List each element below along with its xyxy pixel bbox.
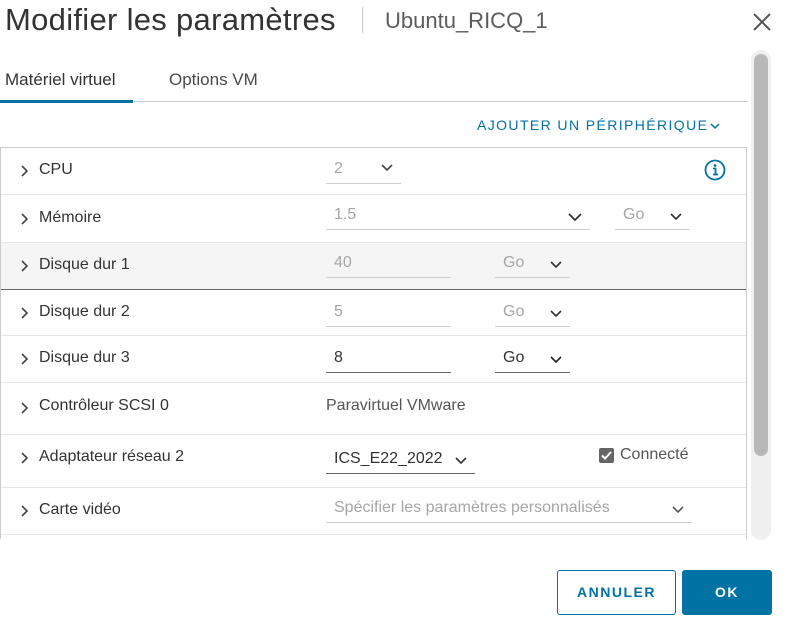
connected-checkbox[interactable] [599,448,614,463]
disk-1-unit: Go [503,254,525,271]
disk-1-value: 40 [334,254,352,271]
chevron-right-icon[interactable] [18,165,30,177]
chevron-right-icon[interactable] [18,260,30,272]
chevron-down-icon [550,310,562,318]
memory-unit: Go [623,206,645,223]
hardware-table: CPU 2 Mémoire 1.5 Go Disque dur 1 40 Go [0,147,747,539]
video-card-label: Carte vidéo [39,501,121,518]
chevron-right-icon[interactable] [18,452,30,464]
memory-value: 1.5 [334,206,357,223]
memory-input[interactable]: 1.5 [326,204,590,230]
dialog-title: Modifier les paramètres [5,2,336,37]
vm-name: Ubuntu_RICQ_1 [385,8,548,33]
chevron-right-icon[interactable] [18,402,30,414]
add-device-label: AJOUTER UN PÉRIPHÉRIQUE [477,117,709,133]
row-memory: Mémoire 1.5 Go [1,195,746,243]
ok-button[interactable]: OK [682,570,772,615]
disk-3-unit: Go [503,349,525,366]
disk-1-label: Disque dur 1 [39,256,130,273]
memory-label: Mémoire [39,209,102,226]
title-separator [362,7,363,33]
check-icon [601,451,612,460]
video-settings-select[interactable]: Spécifier les paramètres personnalisés [326,497,692,523]
network-adapter-label: Adaptateur réseau 2 [39,448,184,465]
memory-unit-select[interactable]: Go [615,204,690,230]
tab-bar: Matériel virtuel Options VM [0,58,748,103]
row-network-adapter: Adaptateur réseau 2 ICS_E22_2022 Connect… [1,435,746,488]
disk-1-unit-select[interactable]: Go [495,252,570,278]
chevron-right-icon[interactable] [18,505,30,517]
cpu-value: 2 [334,160,343,177]
dialog-header: Modifier les paramètres Ubuntu_RICQ_1 [0,0,790,48]
scsi-value: Paravirtuel VMware [326,397,466,414]
cancel-button[interactable]: ANNULER [557,570,676,615]
chevron-down-icon [455,457,467,465]
chevron-right-icon[interactable] [18,213,30,225]
chevron-down-icon [550,261,562,269]
row-video-card: Carte vidéo Spécifier les paramètres per… [1,488,746,535]
chevron-down-icon [568,213,582,222]
cpu-select[interactable]: 2 [326,158,401,184]
row-scsi-controller: Contrôleur SCSI 0 Paravirtuel VMware [1,383,746,435]
row-disk-2: Disque dur 2 5 Go [1,290,746,336]
chevron-down-icon [670,213,682,221]
connected-label: Connecté [620,446,689,463]
add-device-button[interactable]: AJOUTER UN PÉRIPHÉRIQUE [477,117,720,133]
disk-3-unit-select[interactable]: Go [495,347,570,373]
disk-2-value: 5 [334,303,343,320]
network-select[interactable]: ICS_E22_2022 [326,448,475,474]
disk-2-size-input[interactable]: 5 [326,301,451,327]
chevron-right-icon[interactable] [18,353,30,365]
tab-virtual-hardware[interactable]: Matériel virtuel [5,70,116,90]
chevron-down-icon [381,164,393,172]
info-icon[interactable] [704,159,726,181]
chevron-down-icon [672,506,684,514]
disk-3-value: 8 [334,349,343,366]
row-cpu: CPU 2 [1,148,746,195]
network-value: ICS_E22_2022 [334,450,443,467]
disk-3-size-input[interactable]: 8 [326,347,451,373]
chevron-right-icon[interactable] [18,307,30,319]
disk-2-label: Disque dur 2 [39,303,130,320]
cpu-label: CPU [39,161,73,178]
tab-label: Matériel virtuel [5,70,116,89]
active-tab-indicator [0,100,133,103]
tab-label: Options VM [169,70,258,89]
chevron-down-icon [550,356,562,364]
disk-3-label: Disque dur 3 [39,349,130,366]
scrollbar-thumb[interactable] [754,54,768,456]
disk-2-unit: Go [503,303,525,320]
row-disk-3: Disque dur 3 8 Go [1,336,746,383]
row-disk-1: Disque dur 1 40 Go [1,243,746,290]
chevron-down-icon [710,123,720,130]
disk-2-unit-select[interactable]: Go [495,301,570,327]
disk-1-size-input[interactable]: 40 [326,252,451,278]
scsi-label: Contrôleur SCSI 0 [39,397,169,414]
video-settings-value: Spécifier les paramètres personnalisés [334,499,610,516]
close-icon[interactable] [748,8,776,36]
tab-vm-options[interactable]: Options VM [169,70,258,90]
